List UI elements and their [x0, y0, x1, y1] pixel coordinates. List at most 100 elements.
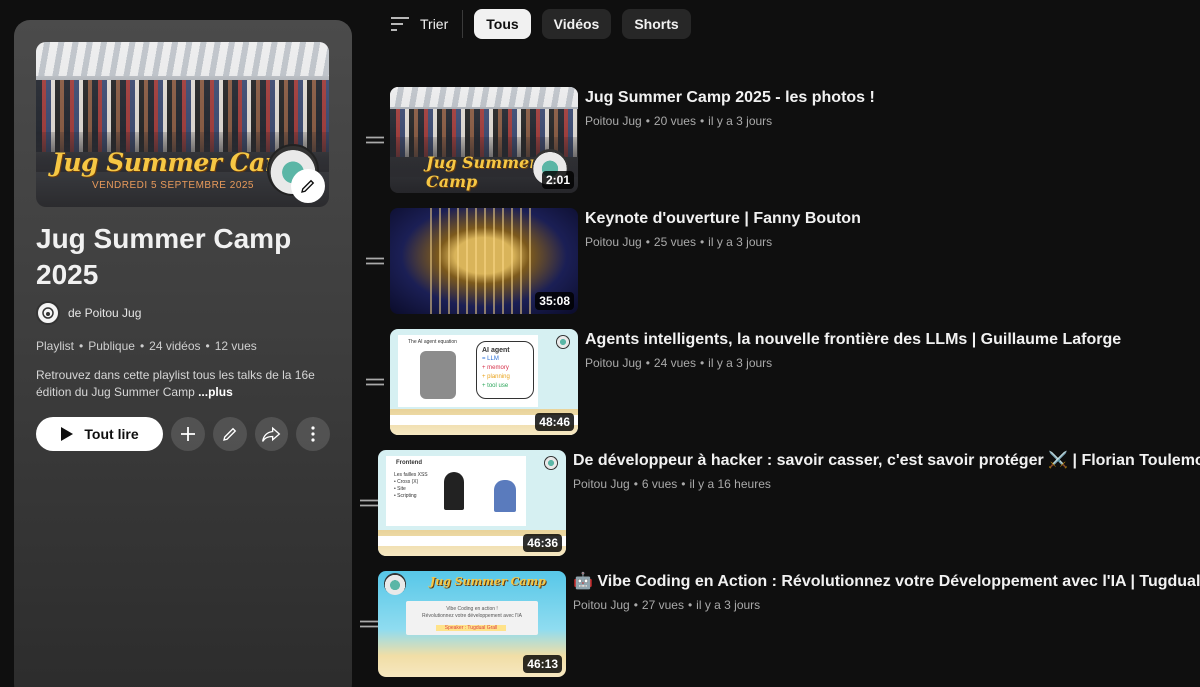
playlist-title: Jug Summer Camp 2025 [36, 223, 292, 290]
thumb-pergola [390, 87, 578, 107]
meta-dot: • [681, 477, 686, 491]
playlist-owner[interactable]: de Poitou Jug [36, 301, 330, 325]
meta-dot: • [645, 235, 650, 249]
chip-all[interactable]: Tous [474, 9, 531, 39]
bubble-line: + memory [482, 365, 509, 371]
meta-visibility: Publique [88, 339, 135, 353]
video-title[interactable]: Keynote d'ouverture | Fanny Bouton [585, 209, 861, 229]
video-meta: Poitou Jug • 25 vues • il y a 3 jours [585, 235, 861, 249]
thumb-slide: Frontend Les failles XSS • Cross (X) • S… [386, 456, 526, 526]
video-views: 20 vues [653, 114, 696, 128]
description-more-link[interactable]: ...plus [198, 385, 233, 399]
playlist-actions: Tout lire [36, 417, 331, 451]
meta-dot: • [633, 598, 638, 612]
list-item[interactable]: Jug Summer Camp 2:01 Jug Summer Camp 202… [360, 87, 1190, 208]
meta-dot: • [645, 356, 650, 370]
chip-shorts[interactable]: Shorts [622, 9, 691, 39]
drag-handle[interactable] [360, 208, 390, 314]
list-item[interactable]: 35:08 Keynote d'ouverture | Fanny Bouton… [360, 208, 1190, 329]
drag-handle[interactable] [360, 329, 390, 435]
sort-icon [391, 17, 409, 31]
video-title[interactable]: De développeur à hacker : savoir casser,… [573, 451, 1200, 471]
video-info: Agents intelligents, la nouvelle frontiè… [585, 329, 1121, 450]
thumb-speaker: Speaker : Tugdual Grall [436, 625, 506, 631]
edit-thumbnail-button[interactable] [291, 169, 325, 203]
video-title[interactable]: Jug Summer Camp 2025 - les photos ! [585, 88, 875, 108]
owner-name[interactable]: de Poitou Jug [68, 306, 141, 320]
card-line: Vibe Coding en action ! [446, 606, 498, 612]
meta-dot: • [687, 598, 693, 612]
sort-button[interactable]: Trier [390, 10, 464, 38]
video-channel[interactable]: Poitou Jug [573, 598, 630, 612]
video-duration: 35:08 [535, 292, 574, 310]
video-duration: 46:36 [523, 534, 562, 552]
slide-title: Frontend [396, 460, 422, 466]
jug-avatar-icon [42, 307, 54, 319]
playlist-header-panel: Jug Summer Camp VENDREDI 5 SEPTEMBRE 202… [14, 20, 352, 687]
description-text: Retrouvez dans cette playlist tous les t… [36, 368, 315, 399]
video-thumbnail[interactable]: 35:08 [390, 208, 578, 314]
video-meta: Poitou Jug • 20 vues • il y a 3 jours [585, 114, 875, 128]
hero-crowd-photo [36, 80, 329, 172]
list-item[interactable]: Jug Summer Camp Vibe Coding en action ! … [360, 571, 1200, 687]
meta-dot: • [699, 114, 705, 128]
jug-logo-icon [556, 335, 570, 349]
video-info: 🤖 Vibe Coding en Action : Révolutionnez … [573, 571, 1200, 687]
video-info: Jug Summer Camp 2025 - les photos ! Poit… [585, 87, 875, 208]
video-age: il y a 16 heures [689, 477, 771, 491]
slide-list-item: • Cross (X) [394, 479, 419, 485]
meta-dot: • [699, 356, 705, 370]
thumb-title-art: Jug Summer Camp [430, 575, 546, 588]
hacker-illustration [444, 472, 464, 510]
robot-illustration [420, 351, 456, 399]
jug-logo-icon [544, 456, 558, 470]
meta-type: Playlist [36, 339, 75, 353]
video-thumbnail[interactable]: Jug Summer Camp Vibe Coding en action ! … [378, 571, 566, 677]
video-age: il y a 3 jours [696, 598, 761, 612]
pencil-icon [301, 179, 315, 193]
more-actions-button[interactable] [296, 417, 331, 451]
playlist-description: Retrouvez dans cette playlist tous les t… [36, 367, 316, 401]
video-channel[interactable]: Poitou Jug [585, 235, 642, 249]
drag-handle[interactable] [360, 87, 390, 193]
list-item[interactable]: The AI agent equation AI agent = LLM + m… [360, 329, 1190, 450]
meta-dot: • [633, 477, 638, 491]
slide-title: The AI agent equation [408, 339, 457, 345]
slide-bubble: AI agent = LLM + memory + planning + too… [476, 341, 534, 399]
meta-dot: • [645, 114, 650, 128]
video-duration: 48:46 [535, 413, 574, 431]
drag-handle-icon [360, 620, 378, 628]
drag-handle[interactable] [360, 571, 378, 677]
video-title[interactable]: Agents intelligents, la nouvelle frontiè… [585, 330, 1121, 350]
video-thumbnail[interactable]: Frontend Les failles XSS • Cross (X) • S… [378, 450, 566, 556]
chip-videos[interactable]: Vidéos [541, 9, 612, 39]
video-thumbnail[interactable]: Jug Summer Camp 2:01 [390, 87, 578, 193]
plus-icon [180, 427, 195, 441]
slide-list-item: • Site [394, 486, 406, 492]
play-all-label: Tout lire [84, 426, 139, 442]
video-duration: 2:01 [541, 171, 574, 189]
meta-dot: • [699, 235, 705, 249]
channel-avatar[interactable] [36, 301, 60, 325]
meta-separator: • [139, 339, 145, 353]
edit-playlist-button[interactable] [212, 417, 247, 451]
video-title[interactable]: 🤖 Vibe Coding en Action : Révolutionnez … [573, 572, 1200, 592]
play-all-button[interactable]: Tout lire [36, 417, 164, 451]
video-thumbnail[interactable]: The AI agent equation AI agent = LLM + m… [390, 329, 578, 435]
list-item[interactable]: Frontend Les failles XSS • Cross (X) • S… [360, 450, 1200, 571]
card-line: Révolutionnez votre développement avec l… [422, 613, 522, 619]
playlist-thumbnail[interactable]: Jug Summer Camp VENDREDI 5 SEPTEMBRE 202… [36, 42, 329, 207]
video-info: Keynote d'ouverture | Fanny Bouton Poito… [585, 208, 861, 329]
add-to-button[interactable] [171, 417, 205, 451]
video-age: il y a 3 jours [708, 235, 773, 249]
share-button[interactable] [254, 417, 289, 451]
developer-illustration [494, 480, 516, 512]
video-views: 27 vues [641, 598, 684, 612]
drag-handle[interactable] [360, 450, 378, 556]
video-channel[interactable]: Poitou Jug [585, 356, 642, 370]
video-channel[interactable]: Poitou Jug [585, 114, 642, 128]
hero-subtitle: VENDREDI 5 SEPTEMBRE 2025 [92, 180, 254, 191]
video-channel[interactable]: Poitou Jug [573, 477, 630, 491]
video-list: Jug Summer Camp 2:01 Jug Summer Camp 202… [360, 87, 1200, 687]
hero-pergola [36, 42, 329, 76]
